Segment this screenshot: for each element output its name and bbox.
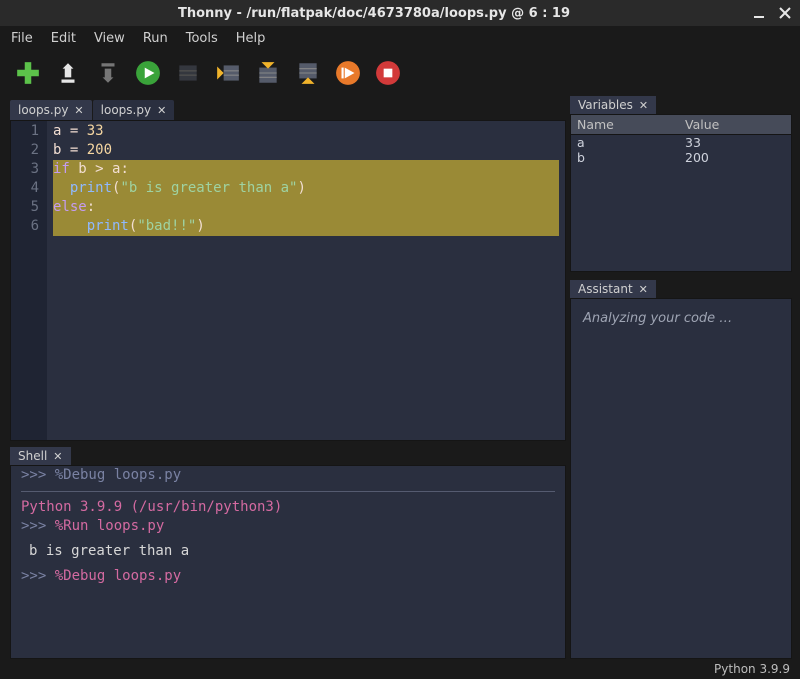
line-number: 2 xyxy=(15,141,39,160)
shell-line: Python 3.9.9 (/usr/bin/python3) xyxy=(21,498,555,517)
minimize-icon[interactable] xyxy=(750,4,768,22)
line-number: 3 xyxy=(15,160,39,179)
variables-col-name: Name xyxy=(571,115,679,134)
status-python: Python 3.9.9 xyxy=(714,662,790,676)
variable-value: 200 xyxy=(679,150,791,165)
close-shell-icon[interactable]: ✕ xyxy=(53,450,62,463)
window-title: Thonny - /run/flatpak/doc/4673780a/loops… xyxy=(6,6,742,21)
shell-line: >>> %Run loops.py xyxy=(21,517,555,536)
editor-code-area[interactable]: a = 33 b = 200 if b > a: print("b is gre… xyxy=(47,121,565,440)
assistant-title: Assistant xyxy=(578,282,633,296)
code-line-highlighted: else: xyxy=(53,198,559,217)
line-number: 6 xyxy=(15,217,39,236)
variable-name: b xyxy=(571,150,679,165)
line-number: 4 xyxy=(15,179,39,198)
menu-file[interactable]: File xyxy=(2,29,42,48)
editor-tab-label: loops.py xyxy=(18,103,68,117)
variables-title: Variables xyxy=(578,98,633,112)
variables-panel: Variables ✕ Name Value a 33 b 200 xyxy=(570,96,792,272)
resume-button[interactable] xyxy=(334,59,362,87)
menu-view[interactable]: View xyxy=(85,29,134,48)
close-tab-icon[interactable]: ✕ xyxy=(74,104,83,117)
assistant-panel: Assistant ✕ Analyzing your code … xyxy=(570,280,792,659)
status-bar: Python 3.9.9 xyxy=(0,659,800,679)
shell-title: Shell xyxy=(18,449,47,463)
menubar: File Edit View Run Tools Help xyxy=(0,26,800,50)
step-out-button[interactable] xyxy=(294,59,322,87)
line-number: 5 xyxy=(15,198,39,217)
line-number: 1 xyxy=(15,122,39,141)
open-file-button[interactable] xyxy=(54,59,82,87)
run-button[interactable] xyxy=(134,59,162,87)
variable-row[interactable]: b 200 xyxy=(571,150,791,165)
assistant-panel-header[interactable]: Assistant ✕ xyxy=(570,280,656,298)
code-line-highlighted: if b > a: xyxy=(53,160,559,179)
menu-help[interactable]: Help xyxy=(227,29,275,48)
shell-panel: Shell ✕ >>> %Debug loops.py Python 3.9.9… xyxy=(10,447,566,659)
variable-name: a xyxy=(571,135,679,150)
window-titlebar: Thonny - /run/flatpak/doc/4673780a/loops… xyxy=(0,0,800,26)
shell-line: >>> %Debug loops.py xyxy=(21,567,555,586)
shell-output[interactable]: >>> %Debug loops.py Python 3.9.9 (/usr/b… xyxy=(10,465,566,659)
close-assistant-icon[interactable]: ✕ xyxy=(639,283,648,296)
stop-button[interactable] xyxy=(374,59,402,87)
code-editor[interactable]: 1 2 3 4 5 6 a = 33 b = 200 if b > a: pri… xyxy=(10,120,566,441)
toolbar xyxy=(0,50,800,96)
close-variables-icon[interactable]: ✕ xyxy=(639,99,648,112)
new-file-button[interactable] xyxy=(14,59,42,87)
close-tab-icon[interactable]: ✕ xyxy=(157,104,166,117)
code-line: a = 33 xyxy=(53,122,559,141)
right-pane: Variables ✕ Name Value a 33 b 200 xyxy=(566,96,800,659)
editor-tab-label: loops.py xyxy=(101,103,151,117)
shell-output-line: b is greater than a xyxy=(29,542,555,561)
left-pane: loops.py ✕ loops.py ✕ 1 2 3 4 5 6 a = 33… xyxy=(0,96,566,659)
code-line: b = 200 xyxy=(53,141,559,160)
variables-col-value: Value xyxy=(679,115,791,134)
editor-tab[interactable]: loops.py ✕ xyxy=(93,100,175,120)
shell-panel-header[interactable]: Shell ✕ xyxy=(10,447,71,465)
editor-tab[interactable]: loops.py ✕ xyxy=(10,100,92,120)
code-line-highlighted: print("b is greater than a") xyxy=(53,179,559,198)
step-over-button[interactable] xyxy=(214,59,242,87)
close-icon[interactable] xyxy=(776,4,794,22)
menu-edit[interactable]: Edit xyxy=(42,29,85,48)
variable-row[interactable]: a 33 xyxy=(571,135,791,150)
debug-button[interactable] xyxy=(174,59,202,87)
variable-value: 33 xyxy=(679,135,791,150)
editor-gutter: 1 2 3 4 5 6 xyxy=(11,121,47,440)
menu-tools[interactable]: Tools xyxy=(177,29,227,48)
step-into-button[interactable] xyxy=(254,59,282,87)
main-area: loops.py ✕ loops.py ✕ 1 2 3 4 5 6 a = 33… xyxy=(0,96,800,659)
code-line-highlighted: print("bad!!") xyxy=(53,217,559,236)
shell-separator xyxy=(21,491,555,492)
variables-header-row: Name Value xyxy=(571,115,791,135)
variables-panel-header[interactable]: Variables ✕ xyxy=(570,96,656,114)
shell-line: >>> %Debug loops.py xyxy=(21,466,555,485)
save-file-button[interactable] xyxy=(94,59,122,87)
editor-tabs: loops.py ✕ loops.py ✕ xyxy=(10,96,566,120)
assistant-content: Analyzing your code … xyxy=(570,298,792,659)
variables-table[interactable]: Name Value a 33 b 200 xyxy=(570,114,792,272)
assistant-text: Analyzing your code … xyxy=(583,311,732,326)
menu-run[interactable]: Run xyxy=(134,29,177,48)
